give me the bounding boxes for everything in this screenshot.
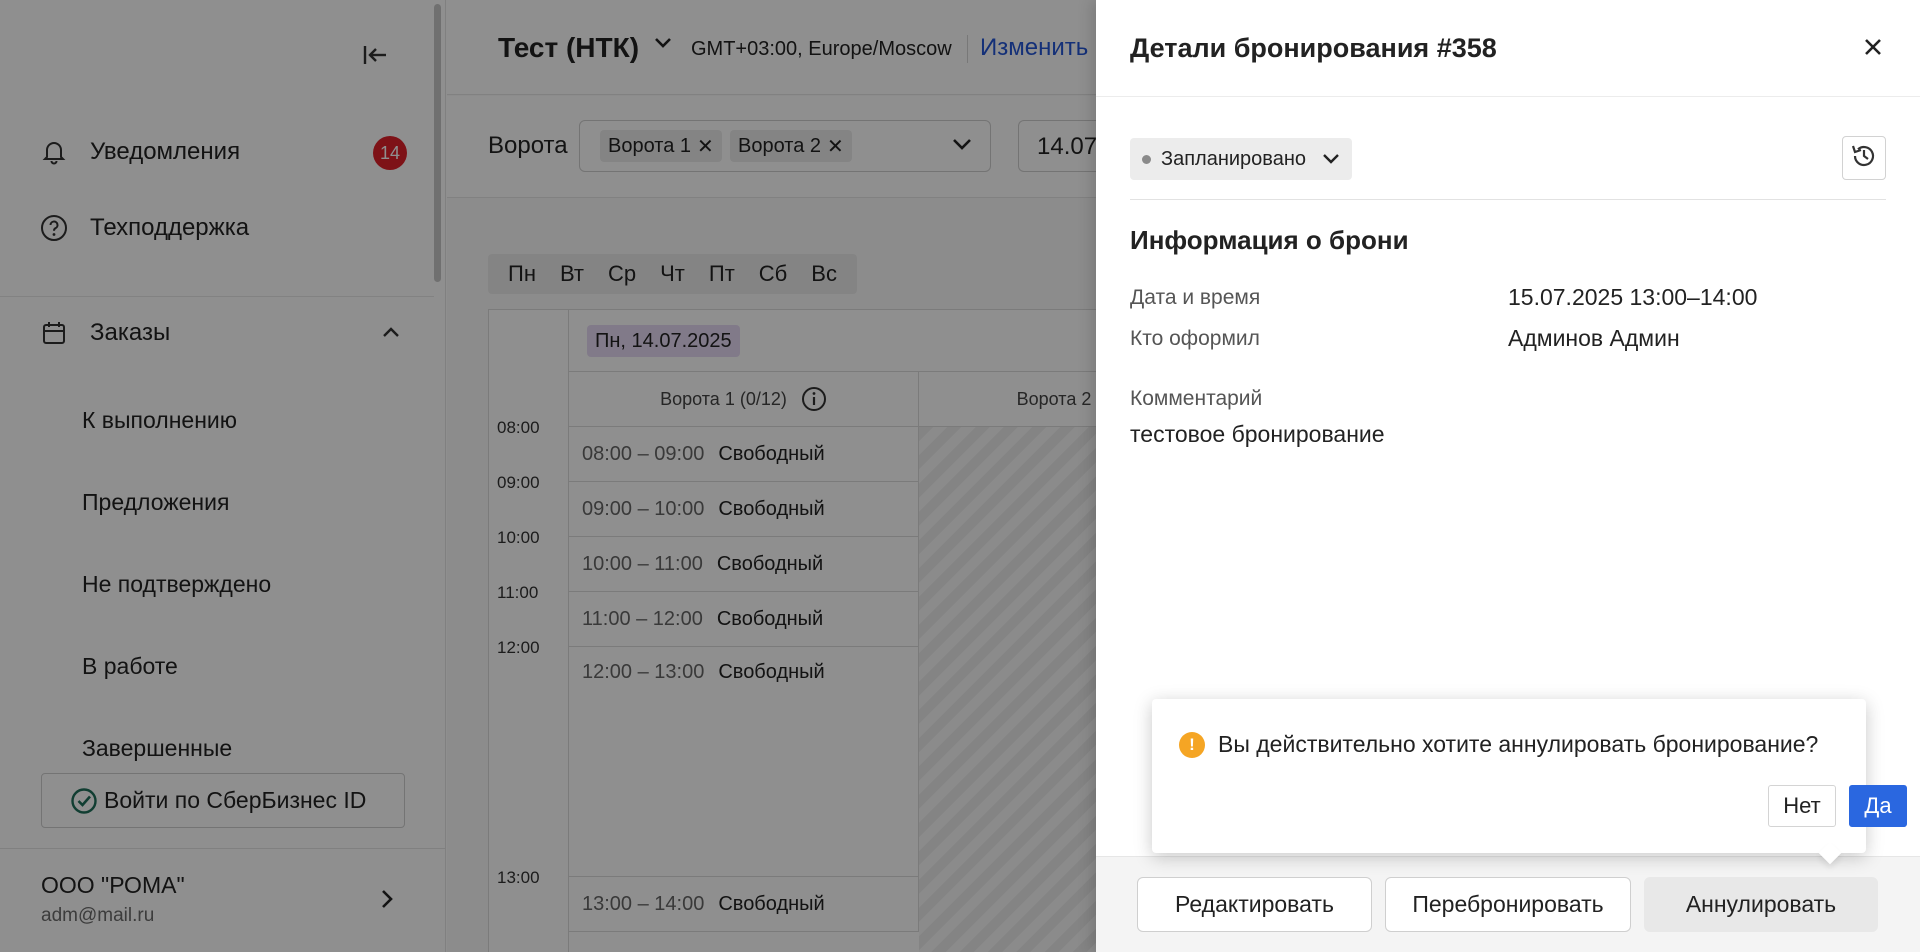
close-button[interactable] bbox=[1856, 32, 1890, 66]
chevron-down-icon bbox=[1322, 153, 1340, 165]
status-dropdown[interactable]: Запланировано bbox=[1130, 138, 1352, 180]
warning-icon: ! bbox=[1179, 732, 1205, 758]
divider bbox=[1130, 199, 1886, 200]
confirm-no-button[interactable]: Нет bbox=[1768, 785, 1836, 827]
close-icon bbox=[1863, 37, 1883, 62]
author-label: Кто оформил bbox=[1130, 327, 1260, 350]
confirm-question: Вы действительно хотите аннулировать бро… bbox=[1218, 731, 1819, 757]
comment-label: Комментарий bbox=[1130, 387, 1263, 410]
status-dot-icon bbox=[1142, 154, 1151, 164]
drawer-title: Детали бронирования #358 bbox=[1130, 33, 1497, 63]
cancel-confirm-popover: ! Вы действительно хотите аннулировать б… bbox=[1152, 699, 1907, 853]
divider bbox=[1096, 96, 1920, 97]
section-title: Информация о брони bbox=[1130, 225, 1409, 255]
confirm-yes-button[interactable]: Да bbox=[1849, 785, 1907, 827]
history-icon bbox=[1849, 141, 1879, 176]
booking-details-drawer: Детали бронирования #358 Запланировано И… bbox=[1096, 0, 1920, 952]
datetime-label: Дата и время bbox=[1130, 286, 1261, 309]
cancel-booking-button[interactable]: Аннулировать bbox=[1644, 877, 1878, 932]
rebook-button[interactable]: Перебронировать bbox=[1385, 877, 1631, 932]
datetime-value: 15.07.2025 13:00–14:00 bbox=[1508, 284, 1758, 310]
comment-value: тестовое бронирование bbox=[1130, 421, 1385, 447]
edit-button[interactable]: Редактировать bbox=[1137, 877, 1372, 932]
modal-overlay[interactable] bbox=[0, 0, 1096, 952]
history-button[interactable] bbox=[1842, 136, 1886, 180]
drawer-footer: Редактировать Перебронировать Аннулирова… bbox=[1096, 856, 1920, 952]
author-value: Админов Админ bbox=[1508, 325, 1680, 351]
status-label: Запланировано bbox=[1161, 147, 1306, 170]
